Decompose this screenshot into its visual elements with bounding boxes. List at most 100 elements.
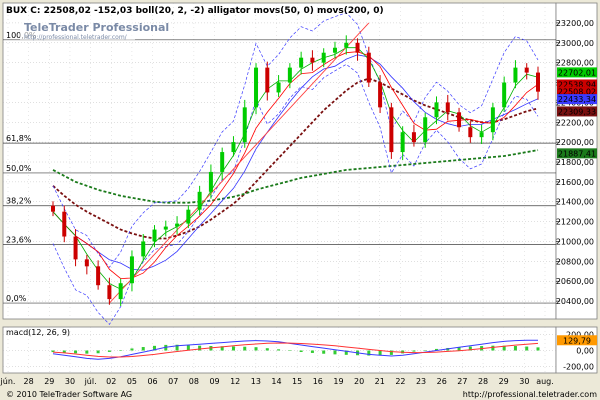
x-tick-label: júl. (84, 377, 97, 386)
candle-body (208, 171, 213, 192)
footer-copyright: © 2010 TeleTrader Software AG (6, 390, 132, 399)
x-tick-label: 28 (478, 377, 488, 386)
macd-hist-bar (265, 348, 269, 351)
macd-hist-bar (107, 350, 111, 352)
macd-hist-bar (231, 346, 235, 351)
candle-body (389, 107, 394, 153)
candle-body (276, 82, 281, 93)
fib-label: 50,0% (6, 164, 32, 173)
macd-y-tick-label: -200,00 (563, 362, 594, 371)
candle-body (197, 191, 202, 210)
y-tick-label: 21000,00 (556, 237, 594, 246)
candle-body (73, 236, 78, 260)
candle-body (344, 42, 349, 48)
candle-body (62, 211, 67, 237)
y-tick-label: 21600,00 (556, 178, 594, 187)
macd-hist-bar (96, 350, 100, 354)
x-tick-label: 19 (333, 377, 343, 386)
y-tick-label: 21800,00 (556, 158, 594, 167)
x-tick-label: 12 (230, 377, 240, 386)
candle-body (332, 47, 337, 53)
macd-hist-bar (412, 350, 416, 352)
candle-body (366, 52, 371, 83)
candle-body (141, 241, 146, 257)
candle-body (186, 209, 191, 224)
candle-body (129, 256, 134, 284)
candle-body (175, 223, 180, 227)
macd-hist-bar (85, 350, 89, 354)
macd-hist-bar (322, 350, 326, 354)
x-tick-label: 28 (24, 377, 34, 386)
candle-body (299, 57, 304, 68)
candle-body (445, 102, 450, 113)
x-tick-label: 27 (457, 377, 467, 386)
y-tick-label: 20600,00 (556, 277, 594, 286)
x-tick-label: 26 (437, 377, 447, 386)
macd-y-tick-label: 0,00 (576, 347, 594, 356)
macd-hist-bar (288, 350, 292, 351)
macd-hist-bar (119, 350, 123, 351)
macd-price-tag-label: 129,79 (563, 336, 591, 345)
x-tick-label: 30 (519, 377, 529, 386)
x-tick-label: 05 (127, 377, 137, 386)
x-tick-label: 22 (395, 377, 405, 386)
candle-body (502, 82, 507, 108)
x-tick-label: 02 (106, 377, 116, 386)
candle-body (321, 52, 326, 63)
price-tag-label: 22309,33 (558, 107, 596, 116)
macd-hist-bar (130, 348, 134, 351)
x-tick-label: 30 (65, 377, 75, 386)
y-tick-label: 20800,00 (556, 257, 594, 266)
fib-label: 38,2% (6, 197, 32, 206)
candle-body (411, 132, 416, 143)
price-tag-label: 22433,34 (558, 95, 596, 104)
x-tick-label: 13 (251, 377, 261, 386)
candle-body (524, 67, 529, 73)
y-tick-label: 21200,00 (556, 218, 594, 227)
chart-canvas: 100,0%61,8%50,0%38,2%23,6%0,0% 20400,002… (0, 2, 598, 399)
candle-body (152, 229, 157, 242)
macd-hist-bar (141, 347, 145, 351)
x-tick-label: jún. (0, 377, 15, 386)
macd-hist-bar (198, 345, 202, 351)
x-tick-label: 20 (354, 377, 364, 386)
macd-hist-bar (243, 346, 247, 351)
chart-title: BUX C: 22508,02 -152,03 boll(20, 2, -2) … (6, 6, 384, 16)
y-tick-label: 22000,00 (556, 138, 594, 147)
candle-body (479, 132, 484, 138)
y-axis-ticks: 20400,00 20600,00 20800,00 21000,00 21200,00… (556, 19, 594, 306)
footer-url: http://professional.teletrader.com (463, 390, 597, 399)
candle-body (96, 266, 101, 286)
candle-body (163, 226, 168, 230)
y-tick-label: 20400,00 (556, 297, 594, 306)
macd-hist-bar (513, 346, 517, 351)
x-tick-label: 16 (313, 377, 323, 386)
y-tick-label: 22800,00 (556, 59, 594, 68)
candle-body (457, 112, 462, 128)
fib-label: 0,0% (6, 294, 27, 303)
candle-body (468, 127, 473, 138)
price-tag-label: 21887,41 (558, 149, 596, 158)
macd-hist-bar (277, 349, 281, 351)
price-tag-label: 22702,01 (558, 68, 596, 77)
x-tick-label: 07 (168, 377, 178, 386)
chart-window: 100,0%61,8%50,0%38,2%23,6%0,0% 20400,002… (0, 0, 600, 400)
candle-body (513, 67, 518, 83)
candle-body (265, 67, 270, 93)
y-tick-label: 23000,00 (556, 39, 594, 48)
candle-body (287, 67, 292, 83)
macd-hist-bar (536, 347, 540, 351)
macd-hist-bar (254, 347, 258, 351)
x-axis-ticks: jún. 28 29 30 júl. 02 05 06 07 08 09 12 13 14 15 16 19 20… (0, 377, 554, 386)
candle-body (378, 82, 383, 108)
candle-body (242, 107, 247, 143)
candle-body (536, 72, 540, 92)
y-tick-label: 23200,00 (556, 19, 594, 28)
x-tick-label: 14 (271, 377, 281, 386)
x-tick-label: 06 (147, 377, 157, 386)
candle-body (220, 152, 225, 172)
macd-hist-bar (333, 350, 337, 355)
candle-body (51, 205, 55, 212)
candle-body (107, 285, 112, 300)
macd-title: macd(12, 26, 9) (6, 328, 70, 337)
